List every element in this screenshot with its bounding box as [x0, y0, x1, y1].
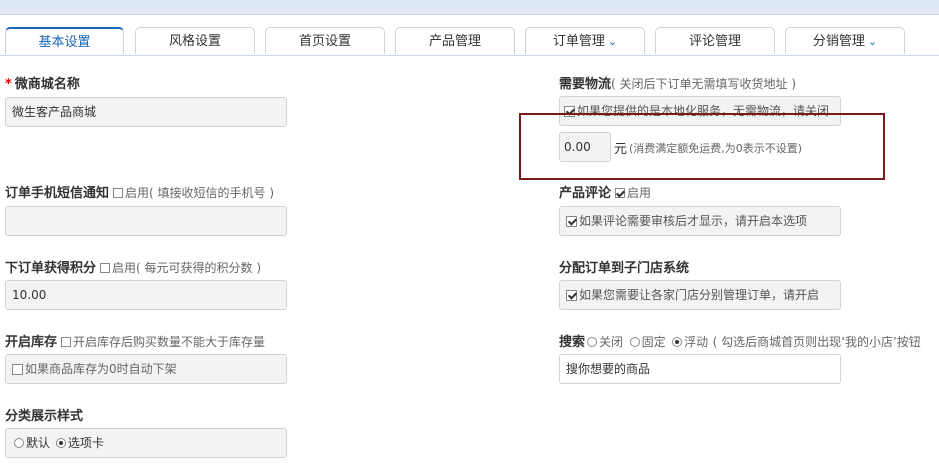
search-placeholder-input[interactable]: 搜你想要的商品: [559, 354, 841, 384]
tab-review-management[interactable]: 评论管理: [655, 27, 775, 54]
tab-basic-settings[interactable]: 基本设置: [5, 27, 124, 54]
sms-notify-label: 订单手机短信通知 启用( 填接收短信的手机号 ): [5, 182, 274, 201]
sms-enable-checkbox[interactable]: [113, 188, 124, 198]
shop-name-value: 微生客产品商城: [12, 105, 97, 119]
points-hint: ( 每元可获得的积分数 ): [136, 261, 262, 275]
category-style-default-radio[interactable]: [14, 438, 24, 448]
stock-auto-offshelf-checkbox[interactable]: [12, 364, 23, 375]
search-float-label: 浮动: [684, 335, 709, 349]
logistics-label: 需要物流( 关闭后下订单无需填写收货地址 ): [559, 73, 796, 92]
tab-label: 产品管理: [428, 34, 481, 49]
tab-bar: 基本设置 风格设置 首页设置 产品管理 订单管理 ⌄ 评论管理 分销管理 ⌄: [0, 27, 939, 56]
points-value: 10.00: [12, 288, 47, 302]
search-label: 搜索 关闭 固定 浮动 ( 勾选后商城首页则出现‘我的小店’按钮: [559, 331, 921, 350]
search-hint: ( 勾选后商城首页则出现‘我的小店’按钮: [712, 335, 921, 349]
branch-option: 如果您需要让各家门店分别管理订单，请开启: [559, 280, 841, 310]
top-bar: [0, 0, 939, 15]
review-enable-label: 启用: [627, 186, 652, 200]
logistics-hint: ( 关闭后下订单无需填写收货地址 ): [611, 77, 797, 91]
sms-enable-label: 启用: [125, 186, 150, 200]
tab-label: 首页设置: [298, 34, 351, 49]
sms-phone-input[interactable]: [5, 206, 287, 236]
search-placeholder-value: 搜你想要的商品: [566, 362, 651, 376]
chevron-down-icon: ⌄: [607, 35, 618, 48]
chevron-down-icon: ⌄: [867, 35, 878, 48]
category-style-label: 分类展示样式: [5, 409, 84, 424]
tab-label: 订单管理: [552, 34, 605, 49]
search-fixed-label: 固定: [641, 335, 666, 349]
shop-name-label: * 微商城名称: [5, 73, 80, 92]
highlight-annotation: [519, 113, 885, 180]
tab-label: 评论管理: [688, 34, 741, 49]
sms-hint: ( 填接收短信的手机号 ): [149, 186, 275, 200]
required-star-icon: *: [5, 77, 12, 92]
review-label-text: 产品评论: [559, 186, 612, 201]
points-input[interactable]: 10.00: [5, 280, 287, 310]
branch-option-label: 如果您需要让各家门店分别管理订单，请开启: [579, 288, 820, 302]
search-label-text: 搜索: [559, 335, 586, 350]
category-style-default-label: 默认: [26, 436, 51, 450]
tab-distribution-management[interactable]: 分销管理 ⌄: [785, 27, 905, 54]
branch-checkbox[interactable]: [566, 290, 577, 301]
review-approval-label: 如果评论需要审核后才显示，请开启本选项: [579, 214, 808, 228]
tab-label: 分销管理: [812, 34, 865, 49]
stock-hint: 开启库存后购买数量不能大于库存量: [73, 335, 266, 349]
shop-name-label-text: 微商城名称: [14, 77, 80, 92]
points-enable-checkbox[interactable]: [100, 263, 111, 273]
search-off-label: 关闭: [599, 335, 624, 349]
stock-label-text: 开启库存: [5, 335, 58, 350]
stock-label: 开启库存 开启库存后购买数量不能大于库存量: [5, 331, 265, 350]
category-style-tab-radio[interactable]: [55, 438, 66, 448]
points-label: 下订单获得积分 启用( 每元可获得的积分数 ): [5, 257, 261, 276]
search-float-radio[interactable]: [672, 337, 683, 347]
search-fixed-radio[interactable]: [629, 337, 640, 347]
logistics-label-text: 需要物流: [559, 77, 612, 92]
tab-style-settings[interactable]: 风格设置: [135, 27, 255, 54]
shop-name-input[interactable]: 微生客产品商城: [5, 97, 287, 127]
review-enable-checkbox[interactable]: [615, 188, 626, 198]
tab-divider: [0, 55, 939, 56]
stock-enable-checkbox[interactable]: [61, 337, 72, 347]
category-style-tab-label: 选项卡: [67, 436, 104, 450]
review-label: 产品评论 启用: [559, 182, 651, 201]
tab-label: 风格设置: [168, 34, 221, 49]
points-enable-label: 启用: [112, 261, 137, 275]
stock-auto-offshelf-option: 如果商品库存为0时自动下架: [5, 354, 287, 384]
review-approval-checkbox[interactable]: [566, 216, 577, 227]
stock-auto-offshelf-label: 如果商品库存为0时自动下架: [25, 362, 177, 376]
tab-order-management[interactable]: 订单管理 ⌄: [525, 27, 645, 54]
tab-home-settings[interactable]: 首页设置: [265, 27, 385, 54]
category-style-options: 默认 选项卡: [5, 428, 287, 458]
points-label-text: 下订单获得积分: [5, 261, 97, 276]
review-approval-option: 如果评论需要审核后才显示，请开启本选项: [559, 206, 841, 236]
sms-notify-label-text: 订单手机短信通知: [5, 186, 110, 201]
search-off-radio[interactable]: [587, 337, 598, 347]
branch-label: 分配订单到子门店系统: [559, 261, 690, 276]
tab-label: 基本设置: [38, 35, 91, 50]
tab-product-management[interactable]: 产品管理: [395, 27, 515, 54]
